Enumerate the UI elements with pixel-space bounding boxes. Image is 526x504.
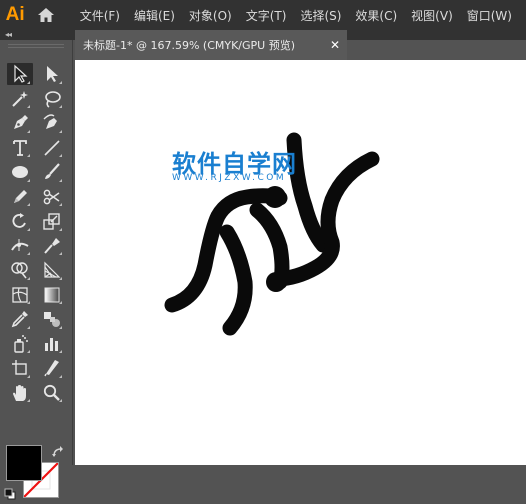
blend-icon <box>44 312 60 328</box>
gradient-tool[interactable] <box>36 283 68 308</box>
pen-icon <box>14 115 28 130</box>
menu-window[interactable]: 窗口(W) <box>467 7 512 24</box>
selection-tool[interactable] <box>4 62 36 87</box>
gradient-icon <box>44 287 60 303</box>
slice-tool[interactable] <box>36 356 68 381</box>
figure-right-leg-stroke <box>219 224 253 336</box>
shape-builder-tool[interactable] <box>4 258 36 283</box>
scissors-tool[interactable] <box>36 185 68 210</box>
column-graph-icon <box>45 337 58 351</box>
puppet-warp-tool[interactable] <box>36 234 68 259</box>
menu-file[interactable]: 文件(F) <box>80 7 120 24</box>
symbol-sprayer-tool[interactable] <box>4 332 36 357</box>
menu-type[interactable]: 文字(T) <box>246 7 287 24</box>
shape-builder-icon <box>11 262 28 279</box>
column-graph-tool[interactable] <box>36 332 68 357</box>
ellipse-tool[interactable] <box>4 160 36 185</box>
hand-icon <box>13 384 26 401</box>
line-segment-tool[interactable] <box>36 136 68 161</box>
pencil-icon <box>14 189 27 203</box>
home-icon <box>37 8 54 22</box>
perspective-grid-tool[interactable] <box>36 258 68 283</box>
magic-wand-tool[interactable] <box>4 87 36 112</box>
tools-panel <box>0 40 73 500</box>
menu-edit[interactable]: 编辑(E) <box>134 7 175 24</box>
puppet-warp-icon <box>44 237 60 254</box>
canvas-artboard[interactable]: 软件自学网 WWW.RJZXW.COM <box>75 60 526 465</box>
type-icon <box>13 139 27 156</box>
artwork <box>164 132 380 336</box>
blend-tool[interactable] <box>36 307 68 332</box>
menu-object[interactable]: 对象(O) <box>189 7 232 24</box>
menu-select[interactable]: 选择(S) <box>300 7 341 24</box>
selection-arrow-icon <box>14 64 28 84</box>
width-icon <box>11 238 29 251</box>
figure-body-stroke <box>249 202 290 290</box>
tab-close-icon[interactable]: ✕ <box>330 38 340 52</box>
hand-tool[interactable] <box>4 381 36 406</box>
zoom-tool[interactable] <box>36 381 68 406</box>
default-fill-stroke-icon[interactable] <box>4 485 16 504</box>
home-button[interactable] <box>30 0 60 30</box>
watermark-url: WWW.RJZXW.COM <box>172 173 287 183</box>
curvature-icon <box>43 114 57 130</box>
eyedropper-tool[interactable] <box>4 307 36 332</box>
pencil-tool[interactable] <box>4 185 36 210</box>
magic-wand-icon <box>12 90 28 107</box>
swap-fill-stroke-icon[interactable] <box>51 444 65 463</box>
menu-bar: Ai 文件(F) 编辑(E) 对象(O) 文字(T) 选择(S) 效果(C) 视… <box>0 0 526 30</box>
lasso-tool[interactable] <box>36 87 68 112</box>
artboard-icon <box>12 360 27 375</box>
figure-hand-dot <box>266 272 286 292</box>
scissors-icon <box>43 189 60 205</box>
perspective-grid-icon <box>44 261 61 278</box>
symbol-sprayer-icon <box>14 334 28 353</box>
rotate-icon <box>12 213 26 229</box>
lasso-icon <box>45 90 61 108</box>
direct-selection-icon <box>47 66 58 83</box>
toolbar-grip[interactable] <box>8 44 64 48</box>
artboard-tool[interactable] <box>4 356 36 381</box>
scale-tool[interactable] <box>36 209 68 234</box>
main-menu: 文件(F) 编辑(E) 对象(O) 文字(T) 选择(S) 效果(C) 视图(V… <box>80 7 526 24</box>
pen-tool[interactable] <box>4 111 36 136</box>
curvature-tool[interactable] <box>36 111 68 136</box>
tool-grid <box>4 62 68 405</box>
direct-selection-tool[interactable] <box>36 62 68 87</box>
slice-icon <box>44 360 59 377</box>
mesh-tool[interactable] <box>4 283 36 308</box>
menu-view[interactable]: 视图(V) <box>411 7 453 24</box>
paintbrush-icon <box>45 163 60 180</box>
type-tool[interactable] <box>4 136 36 161</box>
width-tool[interactable] <box>4 234 36 259</box>
fill-swatch[interactable] <box>6 445 42 481</box>
line-segment-icon <box>44 140 60 156</box>
document-tab-title: 未标题-1* @ 167.59% (CMYK/GPU 预览) <box>83 39 295 52</box>
eyedropper-icon <box>11 311 28 328</box>
rotate-tool[interactable] <box>4 209 36 234</box>
scale-icon <box>43 213 60 230</box>
document-tab[interactable]: 未标题-1* @ 167.59% (CMYK/GPU 预览) ✕ <box>75 30 347 60</box>
collapse-panel-icon[interactable]: ◂◂ <box>5 30 12 40</box>
mesh-icon <box>12 287 28 303</box>
app-logo: Ai <box>5 4 25 25</box>
figure-head <box>264 186 286 208</box>
zoom-icon <box>43 384 60 401</box>
menu-effect[interactable]: 效果(C) <box>355 7 397 24</box>
paintbrush-tool[interactable] <box>36 160 68 185</box>
figure-right-arm-stroke <box>286 132 331 253</box>
ellipse-icon <box>12 166 28 179</box>
